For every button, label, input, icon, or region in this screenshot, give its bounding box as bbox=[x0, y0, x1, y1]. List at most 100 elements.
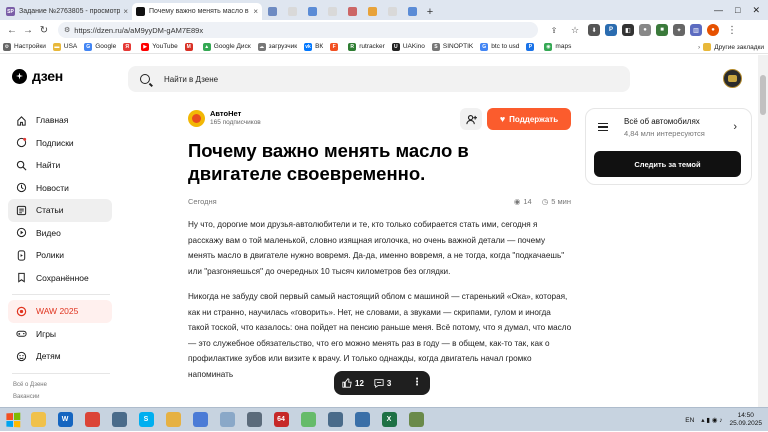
star-icon[interactable]: ☆ bbox=[567, 25, 583, 36]
sidebar-item-video[interactable]: Видео bbox=[8, 222, 112, 245]
language-indicator[interactable]: EN bbox=[685, 417, 694, 424]
taskbar-app[interactable]: W bbox=[52, 409, 78, 431]
tray-icons[interactable]: ▴ ▮ ◉ ♪ bbox=[701, 416, 722, 424]
tab-active[interactable]: Почему важно менять масло в д × bbox=[132, 3, 262, 20]
start-button[interactable] bbox=[2, 409, 24, 431]
back-icon[interactable]: ← bbox=[4, 25, 20, 36]
sidebar-item-news[interactable]: Новости bbox=[8, 177, 112, 200]
sidebar-item-bookmark[interactable]: Сохранённое bbox=[8, 267, 112, 290]
profile-avatar[interactable]: ● bbox=[707, 24, 719, 36]
footer-link[interactable]: Вакансии bbox=[13, 391, 112, 403]
minimize-button[interactable]: — bbox=[714, 5, 723, 15]
pinned-tab[interactable] bbox=[322, 3, 342, 20]
taskbar-app[interactable] bbox=[322, 409, 348, 431]
menu-icon[interactable]: ⋮ bbox=[724, 25, 740, 36]
bookmark-favicon-icon: ▶ bbox=[141, 42, 150, 51]
bookmark-item[interactable]: M bbox=[184, 42, 196, 51]
footer-link[interactable]: Всё о Дзене bbox=[13, 379, 112, 391]
bookmark-item[interactable]: ◉ maps bbox=[544, 42, 571, 51]
taskbar-app[interactable] bbox=[241, 409, 267, 431]
taskbar-app[interactable]: S bbox=[133, 409, 159, 431]
taskbar-app[interactable] bbox=[295, 409, 321, 431]
site-info-icon[interactable]: ⚙ bbox=[64, 26, 70, 34]
like-button[interactable]: 12 bbox=[342, 378, 364, 388]
subscribe-button[interactable] bbox=[460, 108, 482, 130]
taskbar-app[interactable]: 64 bbox=[268, 409, 294, 431]
topic-card[interactable]: Всё об автомобилях 4,84 млн интересуются… bbox=[585, 108, 752, 185]
extension-icon[interactable]: ● bbox=[639, 24, 651, 36]
clock[interactable]: 14:50 25.09.2025 bbox=[729, 412, 762, 428]
bookmark-item[interactable]: ▲ Google Диск bbox=[202, 42, 251, 51]
user-avatar[interactable] bbox=[723, 69, 742, 88]
reload-icon[interactable]: ↻ bbox=[36, 25, 52, 36]
pinned-tab[interactable] bbox=[282, 3, 302, 20]
taskbar-app[interactable] bbox=[403, 409, 429, 431]
pinned-tab[interactable] bbox=[262, 3, 282, 20]
taskbar-app[interactable] bbox=[25, 409, 51, 431]
extensions-icon[interactable]: ✦ bbox=[673, 24, 685, 36]
extension-icon[interactable]: P bbox=[605, 24, 617, 36]
taskbar-app[interactable] bbox=[187, 409, 213, 431]
more-options-icon[interactable]: ⋮ bbox=[412, 378, 422, 388]
bookmark-item[interactable]: P bbox=[526, 42, 537, 51]
support-label: Поддержать bbox=[509, 114, 559, 124]
pinned-tab[interactable] bbox=[382, 3, 402, 20]
bookmark-item[interactable]: ⚙ Настройки bbox=[3, 42, 46, 51]
taskbar-app[interactable] bbox=[349, 409, 375, 431]
author-block[interactable]: АвтоНет 165 подписчиков bbox=[188, 109, 261, 127]
bookmark-item[interactable]: Rrutracker bbox=[348, 42, 385, 51]
taskbar-app[interactable] bbox=[160, 409, 186, 431]
bookmark-item[interactable]: Gbtc to usd bbox=[480, 42, 519, 51]
other-bookmarks[interactable]: › Другие закладки bbox=[692, 40, 764, 53]
close-tab-icon[interactable]: × bbox=[253, 7, 258, 16]
author-avatar[interactable] bbox=[188, 109, 205, 127]
close-window-button[interactable]: ✕ bbox=[752, 5, 760, 16]
taskbar-app[interactable] bbox=[106, 409, 132, 431]
bookmark-item[interactable]: G Google bbox=[84, 42, 116, 51]
pinned-tab[interactable] bbox=[362, 3, 382, 20]
share-icon[interactable]: ⇪ bbox=[546, 26, 562, 35]
forward-icon[interactable]: → bbox=[20, 25, 36, 36]
follow-topic-button[interactable]: Следить за темой bbox=[594, 151, 741, 177]
taskbar-app[interactable] bbox=[214, 409, 240, 431]
bookmark-item[interactable]: vk ВК bbox=[304, 42, 323, 51]
sidebar-item-games[interactable]: Игры bbox=[8, 323, 112, 346]
pinned-tab[interactable] bbox=[402, 3, 422, 20]
extension-icon[interactable]: ⬇ bbox=[588, 24, 600, 36]
bookmark-item[interactable]: Я bbox=[123, 42, 134, 51]
page-scrollbar[interactable] bbox=[758, 55, 768, 407]
sidebar-item-search[interactable]: Найти bbox=[8, 154, 112, 177]
sidebar-item-shorts[interactable]: Ролики bbox=[8, 244, 112, 267]
tab[interactable]: SP Задание №2763805 - просмотр з × bbox=[2, 3, 132, 20]
close-tab-icon[interactable]: × bbox=[123, 7, 128, 16]
author-name[interactable]: АвтоНет bbox=[210, 109, 261, 118]
bookmark-item[interactable]: ▶ YouTube bbox=[141, 42, 178, 51]
bookmark-item[interactable]: F bbox=[330, 42, 341, 51]
comments-button[interactable]: 3 bbox=[374, 378, 391, 388]
sidebar-item-kids[interactable]: Детям bbox=[8, 345, 112, 368]
new-tab-button[interactable]: + bbox=[422, 3, 438, 20]
address-bar[interactable]: ⚙ https://dzen.ru/a/aM9yyDM-gAM7E89x bbox=[58, 22, 538, 38]
window-controls: — □ ✕ bbox=[714, 0, 768, 20]
taskbar-app[interactable] bbox=[79, 409, 105, 431]
sidebar-item-articles[interactable]: Статьи bbox=[8, 199, 112, 222]
support-button[interactable]: ♥ Поддержать bbox=[487, 108, 571, 130]
search-input[interactable]: Найти в Дзене bbox=[128, 66, 630, 92]
sidebar-panel-icon[interactable]: ▥ bbox=[690, 24, 702, 36]
dzen-logo[interactable]: дзен bbox=[12, 68, 63, 84]
sidebar-item-waw[interactable]: WAW 2025 bbox=[8, 300, 112, 323]
sidebar-item-home[interactable]: Главная bbox=[8, 109, 112, 132]
bookmark-item[interactable]: ☁ загрузчик bbox=[257, 42, 297, 51]
bookmark-item[interactable]: U UAKino bbox=[391, 42, 425, 51]
bookmark-item[interactable]: ▬ USA bbox=[52, 42, 77, 51]
chevron-right-icon[interactable]: › bbox=[733, 121, 737, 133]
sidebar-item-subscriptions[interactable]: Подписки bbox=[8, 132, 112, 155]
extension-icon[interactable]: ◧ bbox=[622, 24, 634, 36]
maximize-button[interactable]: □ bbox=[735, 5, 740, 15]
pinned-tab[interactable] bbox=[302, 3, 322, 20]
pinned-tab[interactable] bbox=[342, 3, 362, 20]
extension-icon[interactable]: ■ bbox=[656, 24, 668, 36]
topic-name[interactable]: Всё об автомобилях bbox=[624, 117, 700, 126]
taskbar-app[interactable]: X bbox=[376, 409, 402, 431]
bookmark-item[interactable]: S SINOPTIK bbox=[431, 42, 473, 51]
